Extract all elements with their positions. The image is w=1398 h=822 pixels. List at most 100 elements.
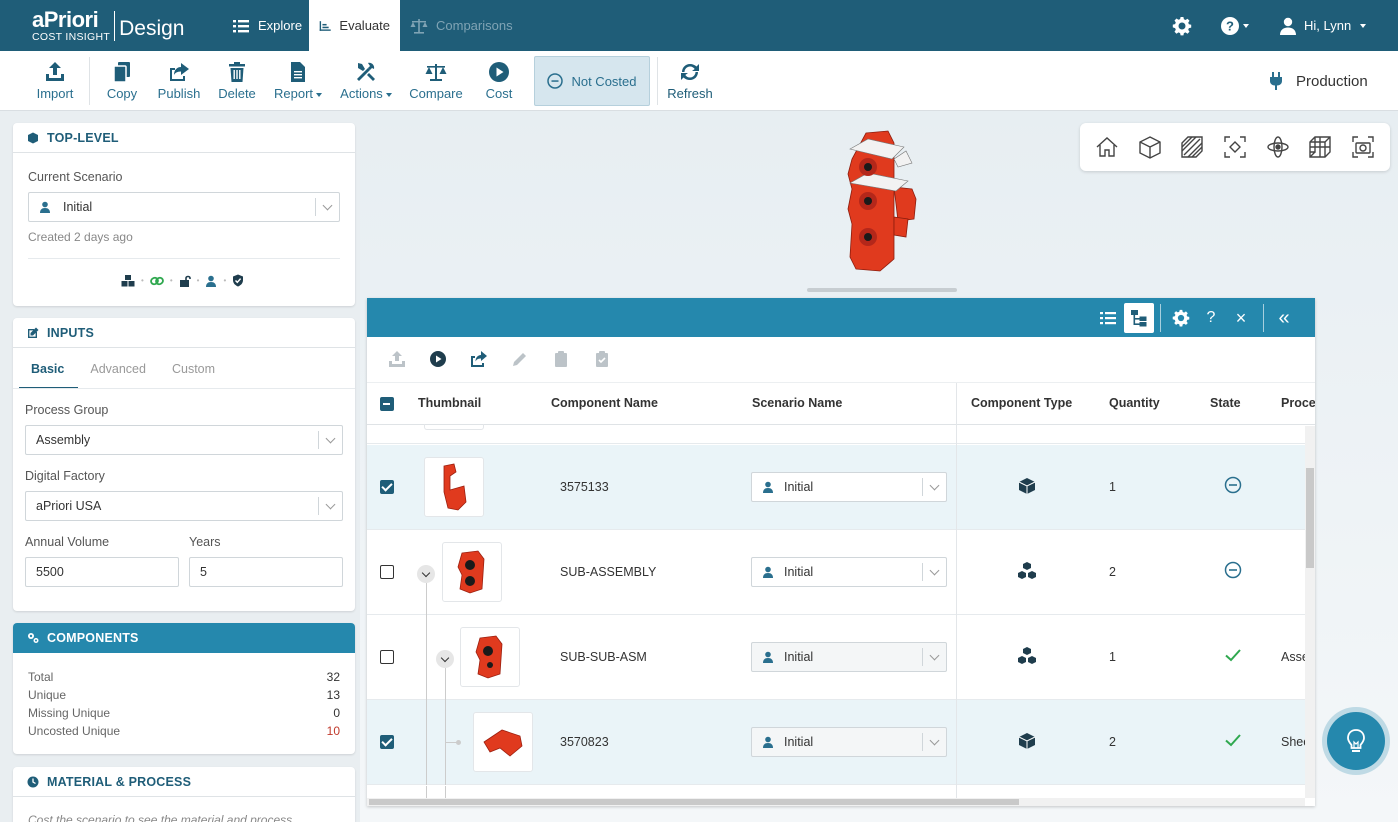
nav-tab-explore[interactable]: Explore [222, 0, 312, 51]
help-menu[interactable]: ? [1220, 0, 1249, 51]
tree-view-button[interactable] [1124, 303, 1154, 333]
refresh-button[interactable]: Refresh [667, 51, 713, 111]
tab-custom[interactable]: Custom [160, 354, 229, 389]
current-scenario-select[interactable]: Initial [28, 192, 340, 222]
section-view-icon[interactable] [1179, 134, 1205, 160]
actions-menu[interactable]: Actions [339, 51, 393, 111]
column-header-component-name[interactable]: Component Name [551, 396, 658, 410]
delete-button[interactable]: Delete [217, 51, 257, 111]
component-name[interactable]: SUB-SUB-ASM [560, 650, 647, 664]
import-label: Import [36, 86, 74, 101]
expand-toggle[interactable] [417, 565, 435, 583]
publish-action[interactable] [470, 350, 488, 368]
table-row[interactable]: 3570823 Initial 2 Shee [367, 700, 1310, 785]
column-header-component-type[interactable]: Component Type [971, 396, 1072, 410]
import-button[interactable]: Import [35, 51, 75, 111]
cube-icon[interactable] [1137, 134, 1163, 160]
table-close-button[interactable]: × [1226, 303, 1256, 333]
process-group-select[interactable]: Assembly [25, 425, 343, 455]
row-checkbox[interactable] [380, 480, 394, 494]
expand-toggle[interactable] [436, 650, 454, 668]
wireframe-icon[interactable] [1307, 134, 1333, 160]
annual-volume-input[interactable]: 5500 [25, 557, 179, 587]
orbit-icon[interactable] [1265, 134, 1291, 160]
guidance-button[interactable] [1327, 712, 1385, 770]
horizontal-scrollbar[interactable] [367, 798, 1305, 806]
tab-advanced[interactable]: Advanced [78, 354, 160, 389]
table-row[interactable]: SUB-ASSEMBLY Initial 2 [367, 530, 1305, 615]
scrollbar-thumb[interactable] [1306, 468, 1314, 568]
dot-separator: • [141, 276, 144, 285]
scenario-select[interactable]: Initial [751, 727, 947, 757]
compare-button[interactable]: Compare [409, 51, 463, 111]
table-settings-button[interactable] [1166, 303, 1196, 333]
publish-button[interactable]: Publish [157, 51, 201, 111]
column-header-quantity[interactable]: Quantity [1109, 396, 1160, 410]
tree-line [445, 668, 446, 700]
component-name[interactable]: 3575133 [560, 480, 609, 494]
home-icon[interactable] [1094, 134, 1120, 160]
years-label: Years [189, 535, 221, 549]
component-thumbnail [442, 542, 502, 602]
brand-sub: COST INSIGHT [32, 31, 111, 43]
scrollbar-thumb[interactable] [369, 799, 1019, 805]
quantity-value: 1 [1109, 650, 1116, 664]
row-checkbox[interactable] [380, 735, 394, 749]
clipboard-check-action[interactable] [593, 350, 611, 368]
years-input[interactable]: 5 [189, 557, 343, 587]
copy-button[interactable]: Copy [105, 51, 139, 111]
digital-factory-select[interactable]: aPriori USA [25, 491, 343, 521]
cost-button[interactable]: Cost [482, 51, 516, 111]
import-action[interactable] [388, 350, 406, 368]
digital-factory-label: Digital Factory [25, 469, 105, 483]
list-view-button[interactable] [1093, 303, 1123, 333]
brand-logo[interactable]: aPriori COST INSIGHT Design [32, 9, 184, 43]
viewer-scroll-handle[interactable] [807, 288, 957, 292]
nav-tab-evaluate[interactable]: Evaluate [309, 0, 400, 51]
top-level-panel: TOP-LEVEL Current Scenario Initial Creat… [13, 123, 355, 306]
scenario-select[interactable]: Initial [751, 642, 947, 672]
cost-action[interactable] [429, 350, 447, 368]
user-icon [763, 736, 773, 748]
scenario-value: Initial [784, 735, 814, 749]
toolbar-divider [89, 57, 90, 105]
user-menu[interactable]: Hi, Lynn [1278, 0, 1367, 51]
row-checkbox[interactable] [380, 650, 394, 664]
table-row[interactable]: 3575133 Initial 1 [367, 445, 1305, 530]
edit-action[interactable] [511, 350, 529, 368]
select-all-checkbox[interactable] [380, 397, 394, 411]
play-circle-icon [489, 62, 509, 82]
user-icon [206, 275, 217, 287]
scenario-select[interactable]: Initial [751, 557, 947, 587]
tab-basic[interactable]: Basic [19, 354, 79, 389]
column-header-thumbnail[interactable]: Thumbnail [418, 396, 481, 410]
brand-divider [114, 11, 116, 41]
question-mark-icon: ? [1206, 309, 1216, 326]
deployment-selector[interactable]: Production [1268, 71, 1368, 91]
row-checkbox[interactable] [380, 565, 394, 579]
column-header-scenario-name[interactable]: Scenario Name [752, 396, 842, 410]
report-menu[interactable]: Report [273, 51, 323, 111]
share-icon [471, 351, 487, 367]
screenshot-icon[interactable] [1350, 134, 1376, 160]
vertical-scrollbar[interactable] [1305, 426, 1315, 798]
clipboard-action[interactable] [552, 350, 570, 368]
panel-header: MATERIAL & PROCESS [13, 767, 355, 797]
not-costed-icon [1224, 561, 1242, 579]
column-header-process[interactable]: Proce [1281, 396, 1315, 410]
fit-view-icon[interactable] [1222, 134, 1248, 160]
stat-label: Uncosted Unique [28, 724, 121, 738]
table-row[interactable]: SUB-SUB-ASM Initial 1 Asse [367, 615, 1309, 700]
edit-icon [28, 327, 39, 338]
collapse-panel-button[interactable]: « [1269, 303, 1299, 333]
column-header-state[interactable]: State [1210, 396, 1241, 410]
nav-tab-comparisons[interactable]: Comparisons [400, 0, 523, 51]
scenario-status-icons: • • • • [121, 274, 244, 287]
svg-text:?: ? [1226, 18, 1234, 33]
table-help-button[interactable]: ? [1196, 303, 1226, 333]
component-name[interactable]: 3570823 [560, 735, 609, 749]
assembly-3d-model[interactable] [838, 129, 928, 274]
settings-button[interactable] [1172, 0, 1192, 51]
scenario-select[interactable]: Initial [751, 472, 947, 502]
component-name[interactable]: SUB-ASSEMBLY [560, 565, 656, 579]
